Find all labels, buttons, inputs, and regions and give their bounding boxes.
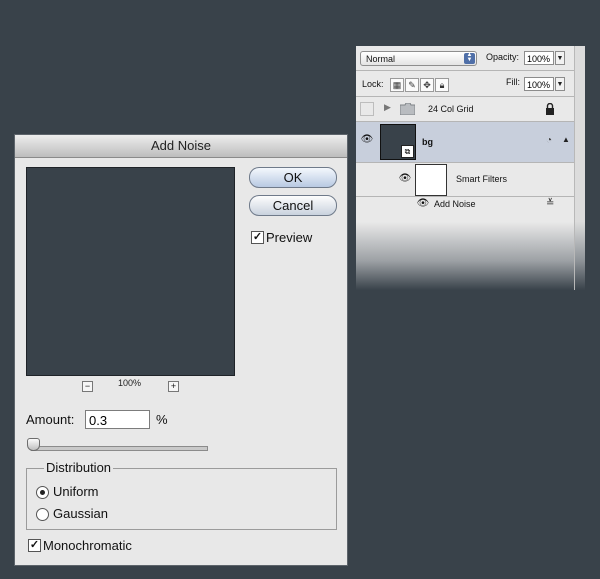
amount-unit: %: [156, 412, 168, 427]
amount-input[interactable]: 0.3: [85, 410, 150, 429]
filter-mask-thumbnail: [415, 164, 447, 196]
lock-all-icon[interactable]: 🔒︎: [435, 78, 449, 92]
zoom-in-button[interactable]: +: [168, 381, 179, 392]
layers-panel: Normal ▲ ▼ Opacity: 100% ▼ Lock: ▦ ✎ ✥ 🔒︎…: [356, 46, 574, 290]
preview-image[interactable]: [26, 167, 235, 376]
eye-icon[interactable]: 👁︎: [416, 198, 430, 209]
lock-position-icon[interactable]: ✥: [420, 78, 434, 92]
blending-options-icon[interactable]: ≚: [546, 198, 554, 209]
layer-row-add-noise[interactable]: 👁︎ Add Noise ≚: [356, 197, 574, 213]
add-noise-dialog: Add Noise − 100% + OK Cancel ✓ Preview A…: [14, 134, 348, 566]
uniform-radio[interactable]: [36, 486, 49, 499]
zoom-level: 100%: [118, 378, 142, 388]
monochromatic-checkbox[interactable]: ✓: [28, 539, 41, 552]
fill-dropdown-icon[interactable]: ▼: [555, 77, 565, 91]
cancel-button[interactable]: Cancel: [249, 195, 337, 216]
uniform-label: Uniform: [53, 484, 99, 499]
lock-label: Lock:: [362, 79, 384, 89]
blend-mode-select[interactable]: Normal ▲ ▼: [360, 51, 477, 66]
monochromatic-label: Monochromatic: [43, 538, 132, 553]
opacity-label: Opacity:: [486, 52, 520, 62]
eye-icon[interactable]: 👁︎: [398, 173, 412, 184]
visibility-toggle-empty[interactable]: [360, 102, 374, 116]
amount-slider-track[interactable]: [31, 446, 208, 451]
fill-label: Fill:: [506, 77, 520, 87]
filter-effects-icon: ◔: [546, 135, 553, 146]
distribution-title: Distribution: [44, 460, 114, 475]
gaussian-label: Gaussian: [53, 506, 108, 521]
divider: [356, 70, 574, 71]
ok-button[interactable]: OK: [249, 167, 337, 188]
layer-name: bg: [422, 137, 433, 147]
gaussian-radio[interactable]: [36, 508, 49, 521]
preview-label: Preview: [266, 230, 313, 245]
layer-name: 24 Col Grid: [428, 104, 474, 114]
collapse-triangle-icon[interactable]: ▲: [562, 135, 570, 144]
expand-triangle-icon[interactable]: ▶: [384, 102, 391, 113]
layer-row-24-col-grid[interactable]: ▶ 24 Col Grid: [356, 97, 574, 121]
dialog-title: Add Noise: [15, 135, 347, 158]
smart-object-badge-icon: ⧉: [401, 145, 414, 158]
layer-name: Smart Filters: [456, 174, 508, 184]
lock-icon: [546, 103, 554, 115]
amount-slider-thumb[interactable]: [26, 438, 40, 451]
fill-field[interactable]: 100%: [524, 77, 554, 91]
amount-label: Amount:: [26, 412, 75, 427]
eye-icon[interactable]: 👁︎: [360, 134, 374, 145]
opacity-dropdown-icon[interactable]: ▼: [555, 51, 565, 65]
lock-image-icon[interactable]: ✎: [405, 78, 419, 92]
preview-checkbox[interactable]: ✓: [251, 231, 264, 244]
layer-row-smart-filters[interactable]: 👁︎ Smart Filters: [356, 163, 574, 196]
layer-row-bg[interactable]: 👁︎ ⧉ bg ◔ ▲: [356, 122, 574, 162]
zoom-out-button[interactable]: −: [82, 381, 93, 392]
folder-icon: [400, 103, 415, 115]
lock-transparent-icon[interactable]: ▦: [390, 78, 404, 92]
opacity-field[interactable]: 100%: [524, 51, 554, 65]
blend-mode-arrows-icon: ▲ ▼: [464, 52, 475, 64]
blend-mode-value: Normal: [366, 54, 396, 64]
layers-scrollbar[interactable]: [574, 46, 585, 290]
radio-selected-dot: [40, 490, 45, 495]
layer-name: Add Noise: [434, 199, 476, 209]
